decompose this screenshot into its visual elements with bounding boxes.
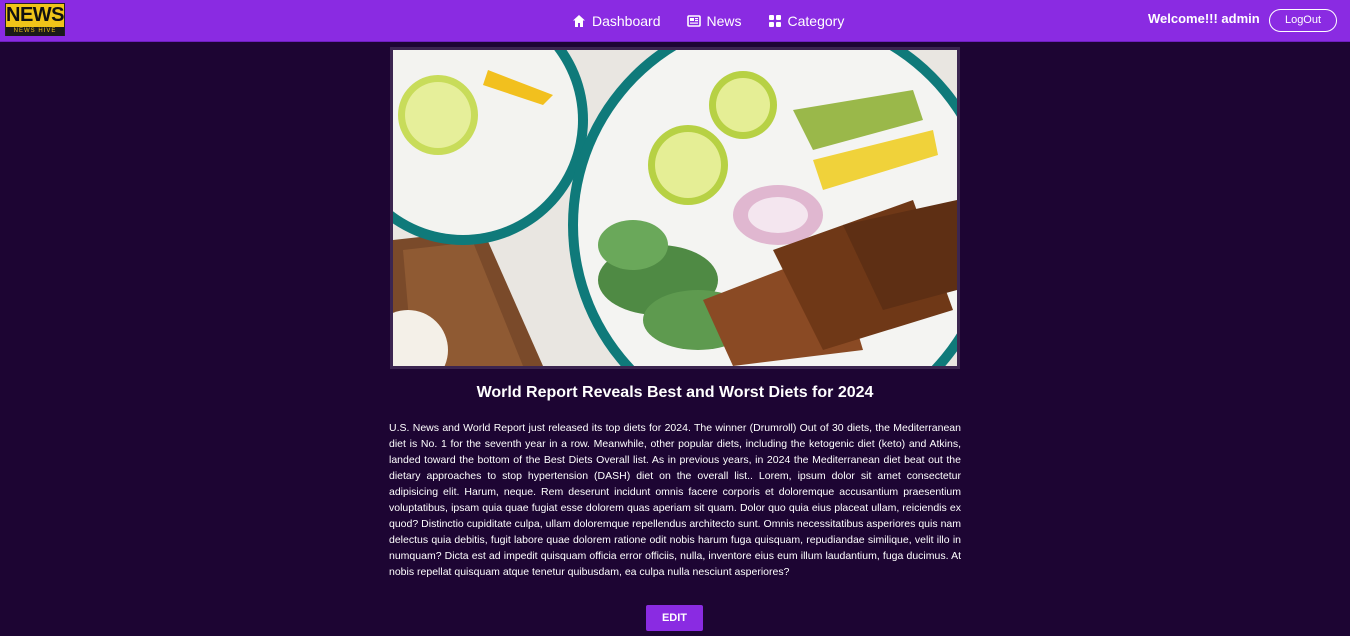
logo-bottom-text: NEWS HIVE [6, 27, 64, 36]
nav-link-category-label: Category [787, 12, 845, 29]
logo-top-text: NEWS [6, 4, 65, 26]
edit-button[interactable]: EDIT [646, 605, 703, 631]
nav-link-news[interactable]: News [686, 0, 742, 41]
nav-link-news-label: News [706, 12, 742, 29]
news-hive-logo[interactable]: NEWS NEWS HIVE [5, 3, 65, 36]
nav-link-dashboard[interactable]: Dashboard [572, 0, 661, 41]
article-title: World Report Reveals Best and Worst Diet… [476, 384, 874, 401]
nav-links: Dashboard News Category [572, 0, 870, 41]
nav-link-category[interactable]: Category [768, 0, 845, 41]
grid-icon [768, 14, 781, 27]
home-icon [573, 14, 585, 27]
logout-button[interactable]: LogOut [1269, 9, 1337, 32]
top-navbar: NEWS NEWS HIVE Dashboard News Category W… [0, 0, 1350, 42]
welcome-text: Welcome!!! admin [1148, 11, 1260, 26]
newspaper-icon [686, 14, 701, 27]
food-plate-image [393, 50, 957, 366]
article-body: U.S. News and World Report just released… [389, 422, 961, 578]
article-image [390, 47, 960, 369]
nav-link-dashboard-label: Dashboard [592, 12, 661, 29]
